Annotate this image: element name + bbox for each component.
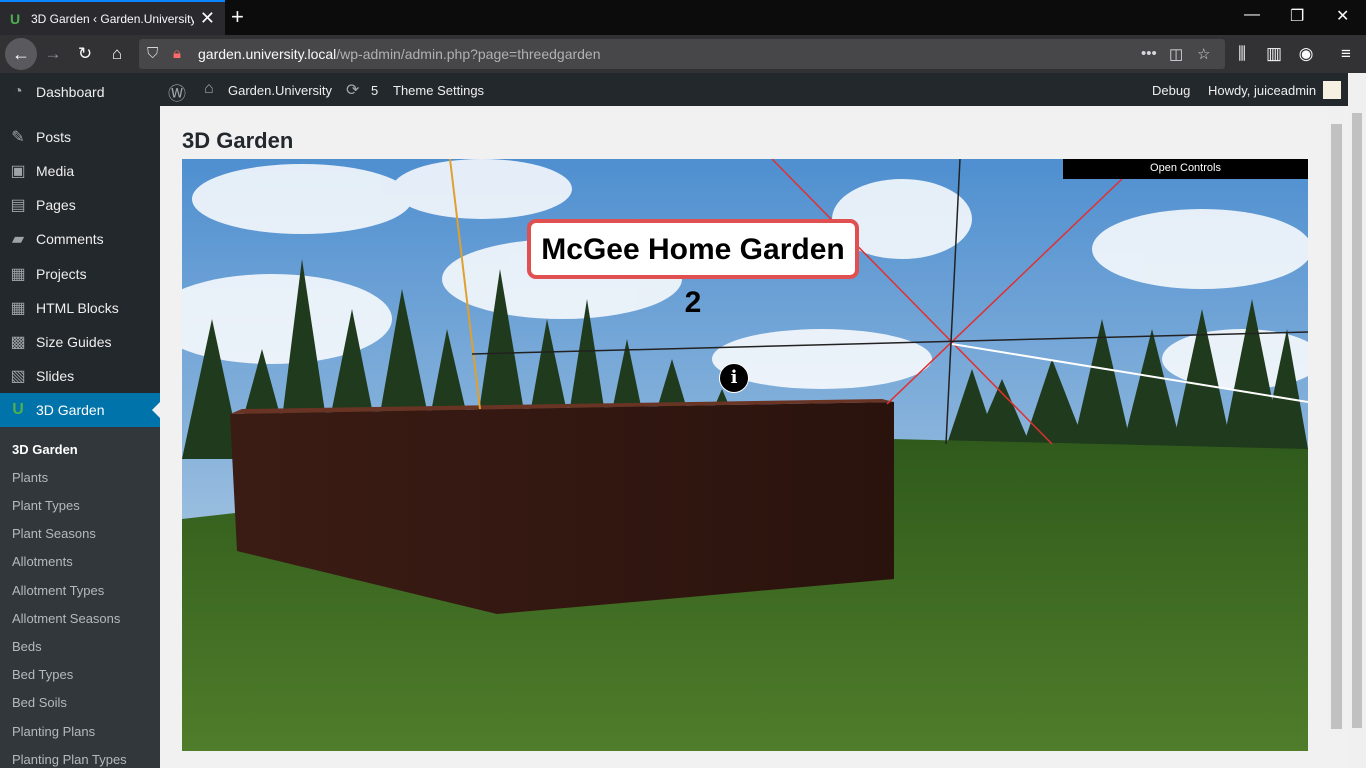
url-path: /wp-admin/admin.php?page=threedgarden xyxy=(336,46,601,62)
theme-settings-link[interactable]: Theme Settings xyxy=(393,83,484,98)
library-icon[interactable]: ⫼ xyxy=(1230,44,1254,64)
sidebar-item-label: Projects xyxy=(36,266,87,282)
submenu-item-planting-plan-types[interactable]: Planting Plan Types xyxy=(12,752,127,767)
info-icon[interactable]: i xyxy=(719,363,749,393)
home-site-icon[interactable]: ⌂ xyxy=(204,80,214,98)
sidebar-item-label: Media xyxy=(36,163,75,179)
sidebar-item-label: Size Guides xyxy=(36,334,112,350)
active-caret xyxy=(152,402,160,418)
submenu-item-beds[interactable]: Beds xyxy=(12,639,42,654)
submenu-item-planting-plans[interactable]: Planting Plans xyxy=(12,724,95,739)
shield-icon[interactable]: ⛉ xyxy=(147,45,158,62)
table-icon: ▩ xyxy=(10,334,26,351)
submenu-item-3d-garden[interactable]: 3D Garden xyxy=(12,442,78,457)
sidebar-item-label: Dashboard xyxy=(36,84,105,100)
new-tab-icon[interactable]: + xyxy=(231,4,244,30)
wordpress-logo-icon[interactable]: Ⓦ xyxy=(168,80,186,106)
howdy-user-link[interactable]: Howdy, juiceadmin xyxy=(1208,83,1316,98)
inner-scrollbar-thumb[interactable] xyxy=(1331,124,1342,729)
more-actions-icon[interactable]: ••• xyxy=(1141,45,1157,62)
admin-sidebar: ◔ Dashboard ✎ Posts ▣ Media ▤ Pages ▰ Comment… xyxy=(0,73,160,768)
close-window-icon[interactable]: ✕ xyxy=(1336,6,1349,26)
sidebar-item-label: Pages xyxy=(36,197,76,213)
menu-icon[interactable]: ≡ xyxy=(1334,44,1358,64)
updates-icon[interactable]: ⟳ xyxy=(346,80,359,100)
sidebar-item-label: Comments xyxy=(36,231,104,247)
slides-icon: ▧ xyxy=(10,368,26,385)
submenu-item-bed-types[interactable]: Bed Types xyxy=(12,667,73,682)
comment-icon: ▰ xyxy=(11,231,25,248)
garden-icon: U xyxy=(12,401,24,418)
garden-name-label: McGee Home Garden 2 xyxy=(527,219,859,319)
submenu-item-allotment-seasons[interactable]: Allotment Seasons xyxy=(12,611,120,626)
3d-garden-canvas[interactable]: Open Controls McGee Home Garden 2 i xyxy=(182,159,1308,751)
reload-icon[interactable]: ↻ xyxy=(73,44,97,64)
submenu-item-allotments[interactable]: Allotments xyxy=(12,554,73,569)
sidebar-item-label: 3D Garden xyxy=(36,402,105,418)
sidebar-item-dashboard[interactable]: ◔ Dashboard xyxy=(0,75,160,109)
browser-tab-bar: U 3D Garden ‹ Garden.University — ✕ + — … xyxy=(0,0,1366,35)
submenu-item-bed-soils[interactable]: Bed Soils xyxy=(12,695,67,710)
insecure-lock-icon[interactable]: 🔒︎ xyxy=(173,45,181,62)
browser-nav-bar: ← → ↻ ⌂ ⛉ 🔒︎ garden.university.local/wp-… xyxy=(0,35,1366,73)
submenu-item-plant-seasons[interactable]: Plant Seasons xyxy=(12,526,96,541)
sidebar-item-posts[interactable]: ✎ Posts xyxy=(0,120,160,154)
sidebar-item-slides[interactable]: ▧ Slides xyxy=(0,359,160,393)
debug-link[interactable]: Debug xyxy=(1152,83,1190,98)
page-title: 3D Garden xyxy=(182,128,294,153)
minimize-icon[interactable]: — xyxy=(1244,6,1260,24)
page-scrollbar-thumb[interactable] xyxy=(1352,113,1362,728)
sidebar-toggle-icon[interactable]: ▥ xyxy=(1262,44,1286,64)
url-host: garden.university.local xyxy=(198,46,337,62)
grid-icon: ▦ xyxy=(10,300,26,317)
sidebar-item-pages[interactable]: ▤ Pages xyxy=(0,188,160,222)
submenu-item-plant-types[interactable]: Plant Types xyxy=(12,498,80,513)
sidebar-submenu: 3D Garden Plants Plant Types Plant Seaso… xyxy=(0,427,160,768)
restore-icon[interactable]: ❐ xyxy=(1290,6,1304,26)
sidebar-item-comments[interactable]: ▰ Comments xyxy=(0,222,160,256)
sidebar-item-size-guides[interactable]: ▩ Size Guides xyxy=(0,325,160,359)
open-controls-button[interactable]: Open Controls xyxy=(1063,159,1308,179)
submenu-item-allotment-types[interactable]: Allotment Types xyxy=(12,583,104,598)
submenu-item-plants[interactable]: Plants xyxy=(12,470,48,485)
browser-tab-active[interactable]: U 3D Garden ‹ Garden.University — ✕ xyxy=(0,0,225,35)
tab-title: 3D Garden ‹ Garden.University — xyxy=(31,11,194,26)
forward-icon[interactable]: → xyxy=(41,44,65,64)
back-icon[interactable]: ← xyxy=(5,38,37,70)
inner-scrollbar[interactable] xyxy=(1328,106,1345,731)
account-icon[interactable]: ◉ xyxy=(1294,44,1318,64)
home-icon[interactable]: ⌂ xyxy=(105,44,129,64)
pocket-icon[interactable]: ◫ xyxy=(1169,45,1183,63)
close-tab-icon[interactable]: ✕ xyxy=(200,8,215,29)
sidebar-item-media[interactable]: ▣ Media xyxy=(0,154,160,188)
url-text[interactable]: garden.university.local/wp-admin/admin.p… xyxy=(198,46,601,62)
avatar[interactable] xyxy=(1323,81,1341,99)
media-icon: ▣ xyxy=(10,163,26,180)
sidebar-item-label: Slides xyxy=(36,368,75,384)
sidebar-item-label: Posts xyxy=(36,129,72,145)
admin-bar: Ⓦ ⌂ Garden.University ⟳ 5 Theme Settings… xyxy=(160,73,1366,106)
site-name-link[interactable]: Garden.University xyxy=(228,83,332,98)
pin-icon: ✎ xyxy=(11,129,25,146)
pages-icon: ▤ xyxy=(10,197,26,214)
bookmark-star-icon[interactable]: ☆ xyxy=(1197,45,1210,63)
url-bar[interactable]: ⛉ 🔒︎ garden.university.local/wp-admin/ad… xyxy=(139,39,1225,69)
sidebar-item-label: HTML Blocks xyxy=(36,300,119,316)
dashboard-icon: ◔ xyxy=(13,83,23,100)
page-scrollbar[interactable] xyxy=(1348,73,1366,768)
garden-favicon-icon: U xyxy=(10,10,21,27)
main-content: 3D Garden Open Controls McGee Home Garde… xyxy=(160,106,1348,768)
sidebar-item-projects[interactable]: ▦ Projects xyxy=(0,257,160,291)
updates-count[interactable]: 5 xyxy=(371,83,378,98)
sidebar-item-html-blocks[interactable]: ▦ HTML Blocks xyxy=(0,291,160,325)
portfolio-icon: ▦ xyxy=(10,266,26,283)
sidebar-item-3d-garden[interactable]: U 3D Garden xyxy=(0,393,160,427)
